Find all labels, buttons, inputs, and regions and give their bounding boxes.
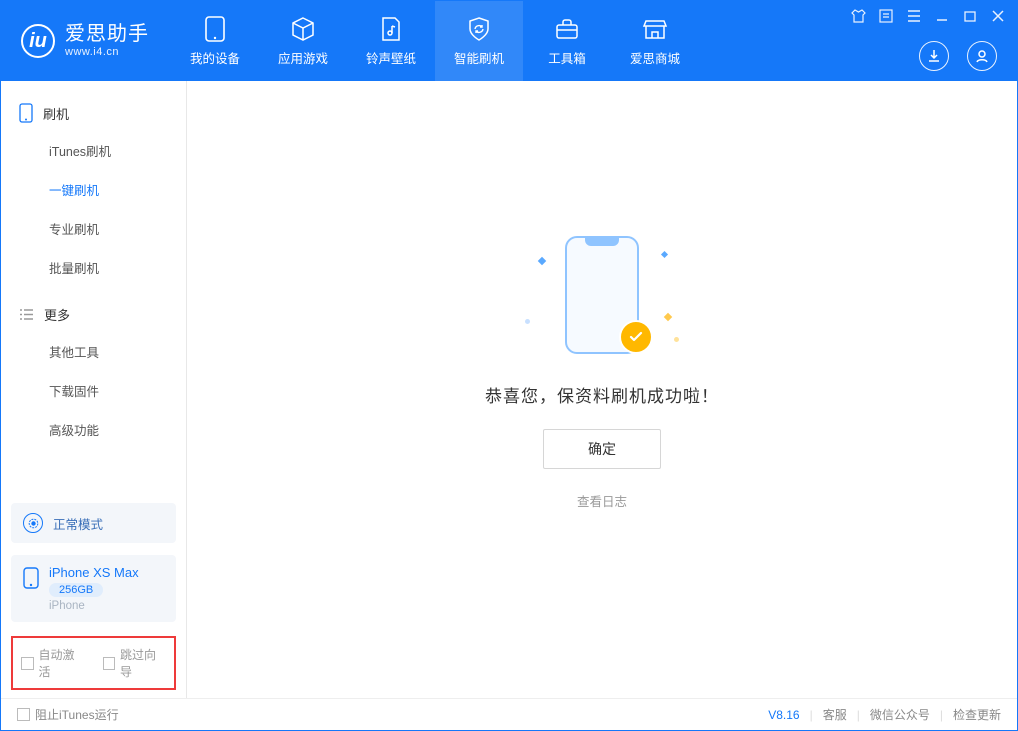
window-controls	[849, 7, 1007, 25]
success-illustration	[517, 230, 687, 360]
support-link[interactable]: 客服	[823, 706, 847, 723]
group-title-text: 刷机	[43, 104, 69, 123]
group-more-title: 更多	[1, 297, 186, 332]
check-badge-icon	[619, 320, 653, 354]
update-link[interactable]: 检查更新	[953, 706, 1001, 723]
checkbox-label: 自动激活	[39, 646, 85, 680]
mode-card[interactable]: 正常模式	[11, 503, 176, 543]
tshirt-icon[interactable]	[849, 7, 867, 25]
brand-name: 爱思助手	[65, 23, 149, 46]
store-icon	[641, 15, 669, 43]
sidebar-item-itunes[interactable]: iTunes刷机	[1, 131, 186, 170]
tab-my-device[interactable]: 我的设备	[171, 1, 259, 81]
sync-shield-icon	[465, 15, 493, 43]
checkbox-icon	[103, 657, 116, 670]
sidebar-item-firmware[interactable]: 下载固件	[1, 371, 186, 410]
menu-icon[interactable]	[905, 7, 923, 25]
device-info: iPhone XS Max 256GB iPhone	[49, 565, 139, 612]
header-action-icons	[919, 41, 997, 71]
music-file-icon	[377, 15, 405, 43]
sidebar: 刷机 iTunes刷机 一键刷机 专业刷机 批量刷机 更多 其他工具 下载固件 …	[1, 81, 187, 698]
header-tabs: 我的设备 应用游戏 铃声壁纸 智能刷机 工具箱	[171, 1, 699, 81]
maximize-icon[interactable]	[961, 7, 979, 25]
checkbox-label: 阻止iTunes运行	[35, 706, 119, 723]
checkbox-label: 跳过向导	[120, 646, 166, 680]
phone-icon	[19, 103, 33, 123]
sidebar-item-batch[interactable]: 批量刷机	[1, 248, 186, 287]
logo-icon: iu	[21, 24, 55, 58]
cube-icon	[289, 15, 317, 43]
device-type: iPhone	[49, 600, 139, 612]
tab-toolbox[interactable]: 工具箱	[523, 1, 611, 81]
header: iu 爱思助手 www.i4.cn 我的设备 应用游戏 铃声壁纸	[1, 1, 1017, 81]
tab-label: 应用游戏	[278, 48, 328, 67]
tab-ringtone[interactable]: 铃声壁纸	[347, 1, 435, 81]
sidebar-item-advanced[interactable]: 高级功能	[1, 410, 186, 449]
checkbox-auto-activate[interactable]: 自动激活	[21, 646, 85, 680]
logo-block: iu 爱思助手 www.i4.cn	[1, 1, 171, 81]
minimize-icon[interactable]	[933, 7, 951, 25]
list-icon	[19, 308, 34, 321]
options-row: 自动激活 跳过向导	[11, 636, 176, 690]
tab-label: 爱思商城	[630, 48, 680, 67]
mode-label: 正常模式	[53, 514, 103, 533]
sidebar-item-pro[interactable]: 专业刷机	[1, 209, 186, 248]
wechat-link[interactable]: 微信公众号	[870, 706, 930, 723]
footer: 阻止iTunes运行 V8.16 | 客服 | 微信公众号 | 检查更新	[1, 698, 1017, 730]
device-card[interactable]: iPhone XS Max 256GB iPhone	[11, 555, 176, 622]
brand-text: 爱思助手 www.i4.cn	[65, 23, 149, 59]
tab-apps[interactable]: 应用游戏	[259, 1, 347, 81]
success-message: 恭喜您，保资料刷机成功啦！	[485, 382, 719, 407]
device-name: iPhone XS Max	[49, 565, 139, 580]
device-phone-icon	[23, 567, 39, 589]
checkbox-block-itunes[interactable]: 阻止iTunes运行	[17, 706, 119, 723]
tab-label: 铃声壁纸	[366, 48, 416, 67]
sidebar-item-oneclick[interactable]: 一键刷机	[1, 170, 186, 209]
tab-label: 我的设备	[190, 48, 240, 67]
feedback-icon[interactable]	[877, 7, 895, 25]
body: 刷机 iTunes刷机 一键刷机 专业刷机 批量刷机 更多 其他工具 下载固件 …	[1, 81, 1017, 698]
user-icon[interactable]	[967, 41, 997, 71]
confirm-button[interactable]: 确定	[543, 429, 661, 469]
normal-mode-icon	[23, 513, 43, 533]
brand-url: www.i4.cn	[65, 46, 149, 59]
version-label: V8.16	[768, 708, 799, 722]
download-icon[interactable]	[919, 41, 949, 71]
checkbox-icon	[21, 657, 34, 670]
group-title-text: 更多	[44, 305, 70, 324]
tab-flash[interactable]: 智能刷机	[435, 1, 523, 81]
group-flash-title: 刷机	[1, 95, 186, 131]
tab-store[interactable]: 爱思商城	[611, 1, 699, 81]
view-log-link[interactable]: 查看日志	[577, 491, 627, 510]
device-icon	[201, 15, 229, 43]
device-storage: 256GB	[49, 583, 103, 597]
sidebar-item-tools[interactable]: 其他工具	[1, 332, 186, 371]
main-content: 恭喜您，保资料刷机成功啦！ 确定 查看日志	[187, 81, 1017, 698]
footer-right: V8.16 | 客服 | 微信公众号 | 检查更新	[768, 706, 1001, 723]
tab-label: 工具箱	[548, 48, 586, 67]
checkbox-icon	[17, 708, 30, 721]
tab-label: 智能刷机	[454, 48, 504, 67]
close-icon[interactable]	[989, 7, 1007, 25]
sidebar-scroll: 刷机 iTunes刷机 一键刷机 专业刷机 批量刷机 更多 其他工具 下载固件 …	[1, 81, 186, 497]
checkbox-skip-wizard[interactable]: 跳过向导	[103, 646, 167, 680]
toolbox-icon	[553, 15, 581, 43]
